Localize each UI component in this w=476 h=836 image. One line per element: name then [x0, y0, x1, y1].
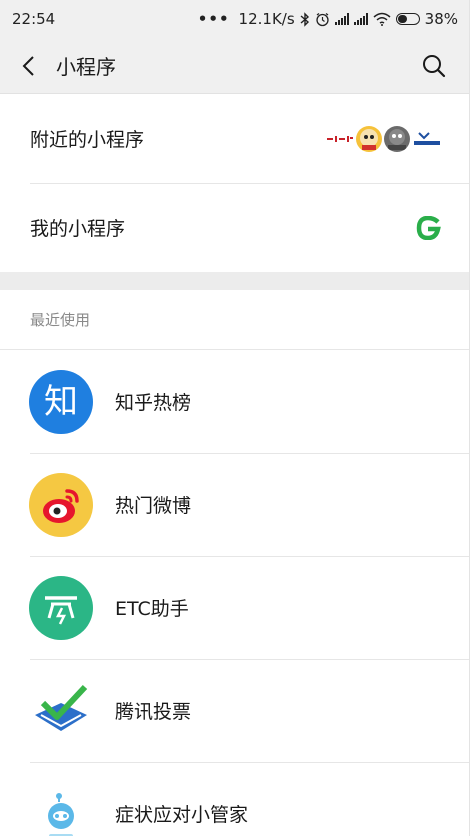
- nearby-logos: [324, 125, 442, 152]
- robot-icon: [29, 781, 93, 836]
- search-button[interactable]: [416, 48, 452, 84]
- app-name: 知乎热榜: [115, 392, 192, 414]
- list-item[interactable]: 知 知乎热榜: [0, 350, 469, 453]
- recent-section: 最近使用 知 知乎热榜 热门微博 ETC助手 腾讯投票 症状应对小管家: [0, 290, 469, 836]
- app-name: 症状应对小管家: [115, 804, 249, 826]
- nearby-logo-3: [384, 125, 410, 152]
- status-icons: ••• 12.1K/s 38%: [198, 10, 458, 28]
- wifi-icon: [373, 12, 391, 26]
- weibo-icon: [29, 472, 93, 537]
- etc-icon: [29, 575, 93, 640]
- vote-check-icon: [29, 678, 93, 743]
- page-title: 小程序: [56, 55, 116, 79]
- my-mini-programs[interactable]: 我的小程序: [0, 183, 469, 272]
- nearby-logo-1: [324, 125, 354, 152]
- list-item[interactable]: 腾讯投票: [0, 659, 469, 762]
- nearby-mini-programs[interactable]: 附近的小程序: [0, 94, 469, 183]
- zhihu-icon: 知: [29, 369, 93, 434]
- section-gap: [0, 272, 469, 290]
- network-speed: 12.1K/s: [238, 10, 295, 28]
- nearby-logo-2: [356, 125, 382, 152]
- battery-icon: [395, 13, 420, 25]
- list-item[interactable]: ETC助手: [0, 556, 469, 659]
- battery-level: 38%: [424, 10, 458, 28]
- signal-icon: [334, 13, 349, 25]
- app-name: 腾讯投票: [115, 701, 192, 723]
- chevron-left-icon: [22, 55, 34, 76]
- status-bar: 22:54 ••• 12.1K/s 38%: [0, 0, 469, 38]
- nav-header: 小程序: [0, 38, 469, 94]
- nearby-label: 附近的小程序: [30, 129, 145, 151]
- more-dots-icon: •••: [197, 10, 230, 28]
- my-mini-programs-logo: [416, 215, 442, 240]
- bluetooth-icon: [300, 11, 309, 27]
- list-item[interactable]: 症状应对小管家: [0, 762, 469, 836]
- app-name: ETC助手: [115, 598, 189, 620]
- my-mini-programs-label: 我的小程序: [30, 218, 126, 240]
- alarm-icon: [316, 12, 329, 26]
- nearby-logo-4: [412, 125, 442, 152]
- mini-program-menu: 附近的小程序 我的小程序: [0, 94, 469, 272]
- back-button[interactable]: [6, 44, 50, 88]
- status-time: 22:54: [12, 10, 56, 28]
- app-name: 热门微博: [115, 495, 192, 517]
- signal-icon: [353, 13, 368, 25]
- search-icon: [423, 54, 446, 77]
- g-logo-icon: [416, 215, 441, 240]
- recent-title: 最近使用: [0, 290, 469, 350]
- app-window: 22:54 ••• 12.1K/s 38% 小程序 附近的小程序 我的小程序 最…: [0, 0, 470, 836]
- list-item[interactable]: 热门微博: [0, 453, 469, 556]
